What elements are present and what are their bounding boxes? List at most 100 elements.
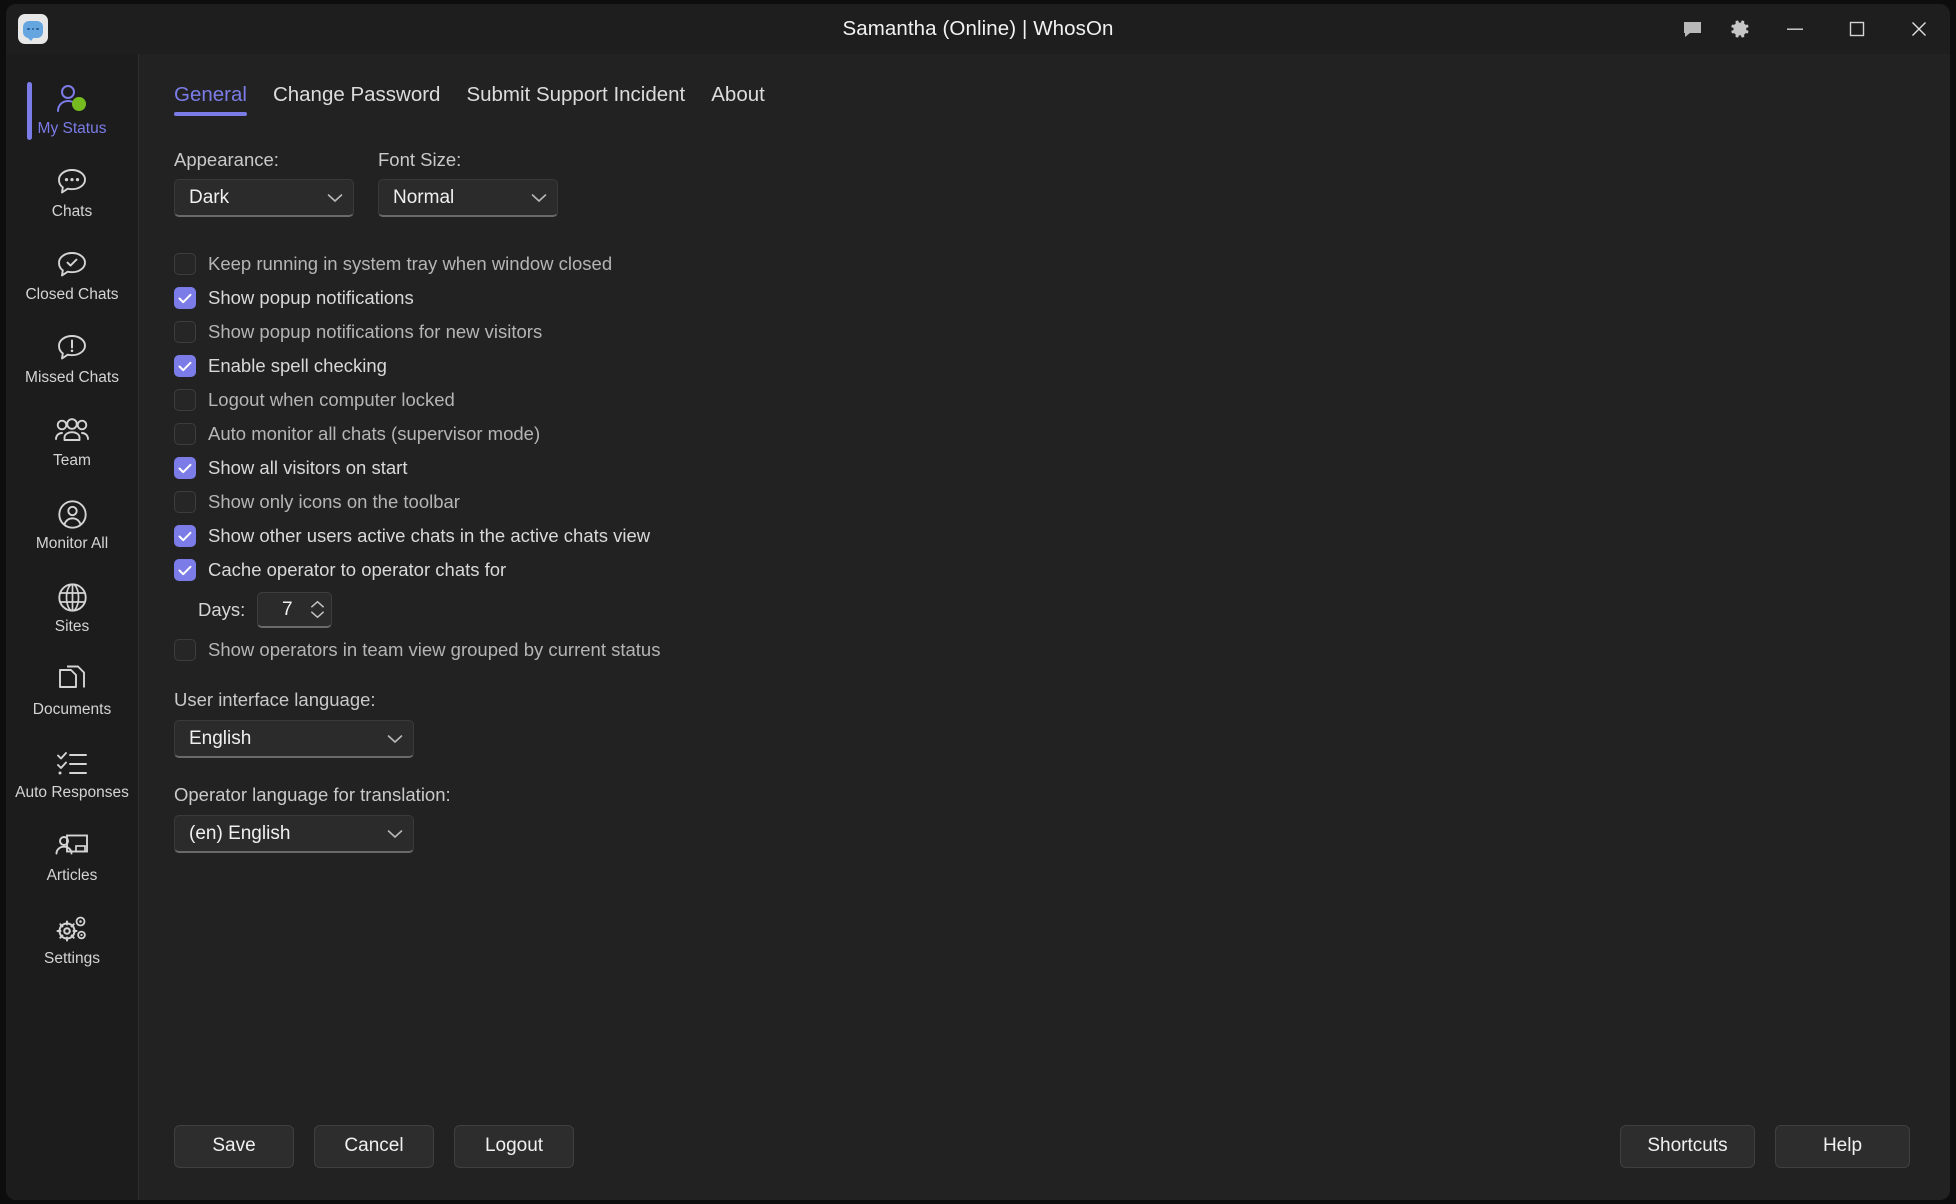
title-bar: Samantha (Online) | WhosOn [6, 4, 1950, 54]
checkbox-unchecked-icon[interactable] [174, 253, 196, 275]
person-circle-icon [57, 497, 88, 531]
operator-language-field: Operator language for translation: (en) … [174, 784, 1950, 853]
days-label: Days: [198, 599, 246, 620]
ui-language-select[interactable]: English [174, 720, 414, 758]
ui-language-field: User interface language: English [174, 689, 1950, 758]
tab-change-password[interactable]: Change Password [273, 83, 441, 116]
checkbox-row-keep-running-tray[interactable]: Keep running in system tray when window … [174, 247, 1950, 281]
checkbox-checked-icon[interactable] [174, 287, 196, 309]
checkbox-row-show-only-icons-toolbar[interactable]: Show only icons on the toolbar [174, 485, 1950, 519]
sidebar-item-label: My Status [37, 120, 107, 138]
tab-about[interactable]: About [711, 83, 765, 116]
chat-bubble-icon [56, 165, 88, 199]
appearance-label: Appearance: [174, 149, 279, 170]
checkbox-row-auto-monitor-all-chats[interactable]: Auto monitor all chats (supervisor mode) [174, 417, 1950, 451]
sidebar-item-missed-chats[interactable]: Missed Chats [6, 317, 138, 400]
checkbox-label: Logout when computer locked [208, 389, 455, 410]
content-area: General Change Password Submit Support I… [139, 54, 1950, 1200]
people-group-icon [54, 414, 90, 448]
close-icon[interactable] [1888, 4, 1950, 54]
footer-left-buttons: Save Cancel Logout [174, 1124, 574, 1168]
appearance-field: Appearance: Dark [174, 149, 354, 217]
appearance-select[interactable]: Dark [174, 179, 354, 217]
shortcuts-button[interactable]: Shortcuts [1620, 1124, 1755, 1168]
checkbox-checked-icon[interactable] [174, 525, 196, 547]
sidebar-item-label: Articles [46, 867, 98, 885]
sidebar-item-label: Settings [43, 950, 100, 968]
sidebar-item-my-status[interactable]: My Status [6, 68, 138, 151]
checkbox-checked-icon[interactable] [174, 559, 196, 581]
checkbox-row-enable-spell-checking[interactable]: Enable spell checking [174, 349, 1950, 383]
sidebar-item-label: Team [53, 452, 91, 470]
app-window: Samantha (Online) | WhosOn My Status Cha… [6, 4, 1950, 1200]
sidebar-item-team[interactable]: Team [6, 400, 138, 483]
checkbox-row-show-other-users-active-chats[interactable]: Show other users active chats in the act… [174, 519, 1950, 553]
checkbox-unchecked-icon[interactable] [174, 423, 196, 445]
cancel-button[interactable]: Cancel [314, 1124, 434, 1168]
checkbox-label: Show only icons on the toolbar [208, 491, 460, 512]
days-field-row: Days: 7 [174, 587, 1950, 633]
general-settings-form: Appearance: Dark Font Size: Normal Keep … [139, 116, 1950, 1114]
sidebar-item-monitor-all[interactable]: Monitor All [6, 483, 138, 566]
chevron-down-icon [327, 193, 343, 203]
appearance-value: Dark [189, 186, 230, 208]
checkbox-unchecked-icon[interactable] [174, 639, 196, 661]
days-stepper[interactable]: 7 [257, 592, 333, 628]
logout-button[interactable]: Logout [454, 1124, 574, 1168]
footer-bar: Save Cancel Logout Shortcuts Help [139, 1114, 1950, 1200]
checkbox-unchecked-icon[interactable] [174, 491, 196, 513]
checkbox-unchecked-icon[interactable] [174, 389, 196, 411]
operator-language-value: (en) English [189, 822, 291, 844]
checkbox-row-show-all-visitors-on-start[interactable]: Show all visitors on start [174, 451, 1950, 485]
chat-alert-icon [56, 331, 88, 365]
operator-language-label: Operator language for translation: [174, 784, 451, 805]
gear-icon[interactable] [1716, 4, 1764, 54]
sidebar-item-label: Auto Responses [15, 784, 129, 802]
feedback-icon[interactable] [1668, 4, 1716, 54]
checkbox-row-popup-new-visitors[interactable]: Show popup notifications for new visitor… [174, 315, 1950, 349]
checkbox-label: Show popup notifications for new visitor… [208, 321, 543, 342]
chevron-down-icon [387, 734, 403, 744]
checkbox-label: Show popup notifications [208, 287, 414, 308]
font-size-field: Font Size: Normal [378, 149, 558, 217]
maximize-icon[interactable] [1826, 4, 1888, 54]
chevron-up-icon[interactable] [310, 600, 325, 609]
sidebar-item-label: Chats [51, 203, 93, 221]
minimize-icon[interactable] [1764, 4, 1826, 54]
font-size-select[interactable]: Normal [378, 179, 558, 217]
sidebar-item-auto-responses[interactable]: Auto Responses [6, 732, 138, 815]
checkbox-checked-icon[interactable] [174, 355, 196, 377]
checkbox-label: Show operators in team view grouped by c… [208, 639, 661, 660]
checkbox-row-logout-computer-locked[interactable]: Logout when computer locked [174, 383, 1950, 417]
checkbox-checked-icon[interactable] [174, 457, 196, 479]
sidebar-item-chats[interactable]: Chats [6, 151, 138, 234]
chevron-down-icon [531, 193, 547, 203]
help-button[interactable]: Help [1775, 1124, 1910, 1168]
operator-language-select[interactable]: (en) English [174, 815, 414, 853]
sidebar-item-label: Documents [32, 701, 112, 719]
globe-icon [57, 580, 88, 614]
checkbox-unchecked-icon[interactable] [174, 321, 196, 343]
font-size-label: Font Size: [378, 149, 462, 170]
checkbox-label: Enable spell checking [208, 355, 387, 376]
sidebar-item-settings[interactable]: Settings [6, 898, 138, 981]
days-value[interactable]: 7 [258, 599, 310, 621]
checkbox-row-group-operators-by-status[interactable]: Show operators in team view grouped by c… [174, 633, 1950, 667]
person-status-icon [55, 82, 89, 116]
sidebar-item-documents[interactable]: Documents [6, 649, 138, 732]
tab-submit-support-incident[interactable]: Submit Support Incident [466, 83, 685, 116]
sidebar-item-closed-chats[interactable]: Closed Chats [6, 234, 138, 317]
checkbox-row-show-popup-notifications[interactable]: Show popup notifications [174, 281, 1950, 315]
chat-bubble-app-icon [18, 14, 48, 44]
sidebar-item-sites[interactable]: Sites [6, 566, 138, 649]
sidebar-item-articles[interactable]: Articles [6, 815, 138, 898]
save-button[interactable]: Save [174, 1124, 294, 1168]
ui-language-label: User interface language: [174, 689, 376, 710]
checkbox-row-cache-operator-chats[interactable]: Cache operator to operator chats for [174, 553, 1950, 587]
tab-general[interactable]: General [174, 83, 247, 116]
chevron-down-icon[interactable] [310, 610, 325, 619]
sidebar-item-label: Closed Chats [25, 286, 119, 304]
sidebar: My Status Chats Closed Chats Missed Chat… [6, 54, 139, 1200]
sidebar-item-label: Missed Chats [25, 369, 119, 387]
ui-language-value: English [189, 727, 252, 749]
